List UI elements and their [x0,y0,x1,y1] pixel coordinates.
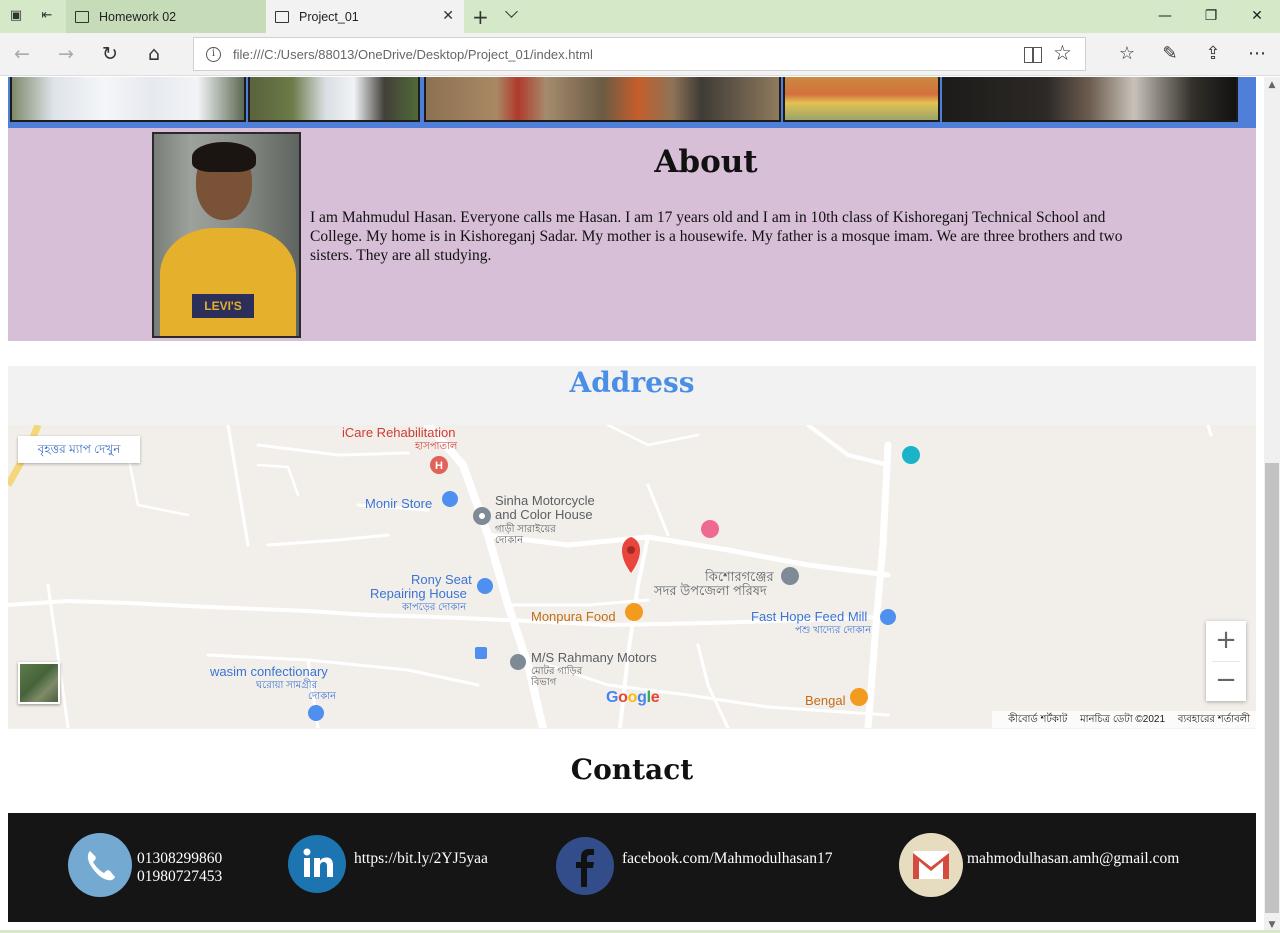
tab-title: Homework 02 [99,9,177,24]
map-place-label[interactable]: Monir Store [365,496,432,511]
google-map[interactable]: H বৃহত্তর ম্যাপ দেখুন iCare Rehabilitati… [8,425,1256,728]
url-field[interactable]: i file:///C:/Users/88013/OneDrive/Deskto… [193,37,1086,71]
restore-icon[interactable]: ❐ [1188,0,1234,33]
chevron-down-icon[interactable] [505,6,519,20]
scroll-thumb[interactable] [1265,463,1279,913]
map-place-label[interactable]: Monpura Food [531,609,616,624]
map-place-label[interactable]: wasim confectionary [210,664,328,679]
photo-shirt [160,228,296,336]
map-place-sublabel: বিভাগ [531,677,557,688]
minimize-icon[interactable]: — [1142,0,1188,33]
zoom-out-button[interactable]: − [1206,661,1246,701]
about-text: I am Mahmudul Hasan. Everyone calls me H… [310,209,1123,264]
keyboard-shortcuts-link[interactable]: কীবোর্ড শর্টকাট [1008,714,1067,725]
map-roads: H [8,425,1213,728]
map-place-label[interactable]: Rony Seat [411,572,472,587]
gallery-photo [783,77,940,122]
google-logo: Google [606,689,660,706]
map-attribution: কীবোর্ড শর্টকাট মানচিত্র ডেটা ©2021 ব্যব… [992,711,1256,728]
map-markers: H [308,446,920,721]
tab-bar: ▣ ⇤ Homework 02 Project_01 ✕ + — ❐ ✕ [0,0,1280,33]
contact-footer: 01308299860 01980727453 https://bit.ly/2… [8,813,1256,922]
favorite-star-icon[interactable]: ☆ [1053,41,1072,65]
refresh-icon[interactable]: ↻ [98,42,122,66]
map-place-label[interactable]: iCare Rehabilitation [342,425,455,440]
reading-view-icon[interactable] [1024,45,1042,63]
map-place-label[interactable]: Sinha Motorcycle [495,493,595,508]
map-place-label[interactable]: Repairing House [370,586,467,601]
vertical-scrollbar[interactable]: ▲ ▼ [1264,77,1280,933]
photo-hair [192,142,256,172]
address-section: Address H বৃহত্তর ম্যাপ দেখুন iCare Reha… [8,366,1256,729]
linkedin-link[interactable]: https://bit.ly/2YJ5yaa [354,850,488,868]
address-bar: ← → ↻ ⌂ i file:///C:/Users/88013/OneDriv… [0,33,1280,76]
facebook-link[interactable]: facebook.com/Mahmodulhasan17 [622,850,832,868]
about-section: LEVI'S About I am Mahmudul Hasan. Everyo… [8,128,1256,341]
info-icon[interactable]: i [206,47,221,62]
set-aside-icon[interactable]: ⇤ [39,8,55,24]
favorites-icon[interactable]: ☆ [1115,42,1139,66]
map-data-text: মানচিত্র ডেটা ©2021 [1080,714,1166,725]
gallery-photo [248,77,420,122]
linkedin-icon [288,835,346,893]
gallery-photo [942,77,1238,122]
larger-map-link[interactable]: বৃহত্তর ম্যাপ দেখুন [18,436,140,463]
gmail-icon [899,833,963,897]
page-icon [275,10,289,23]
map-place-label[interactable]: Fast Hope Feed Mill [751,609,867,624]
map-place-sublabel: দোকান [308,691,337,702]
zoom-separator [1212,661,1240,662]
about-title: About [654,144,758,180]
map-place-label[interactable]: Bengal [805,693,845,708]
email-link[interactable]: mahmodulhasan.amh@gmail.com [967,850,1179,868]
phone-icon [68,833,132,897]
tab-homework[interactable]: Homework 02 [66,0,266,33]
new-tab-icon[interactable]: + [472,5,489,29]
map-place-label[interactable]: সদর উপজেলা পরিষদ [654,582,767,603]
profile-photo: LEVI'S [152,132,301,338]
url-text[interactable]: file:///C:/Users/88013/OneDrive/Desktop/… [233,47,593,62]
more-icon[interactable]: ⋯ [1245,42,1269,66]
back-arrow-icon[interactable]: ← [10,42,34,66]
tab-project[interactable]: Project_01 ✕ [266,0,464,33]
close-window-icon[interactable]: ✕ [1234,0,1280,33]
map-place-label[interactable]: and Color House [495,507,593,522]
terms-link[interactable]: ব্যবহারের শর্তাবলী [1178,714,1250,725]
map-place-sublabel: হাসপাতাল [415,441,458,452]
svg-text:H: H [435,460,443,472]
zoom-control: + − [1206,621,1246,701]
photo-gallery [8,77,1256,128]
gallery-photo [10,77,246,122]
forward-arrow-icon[interactable]: → [54,42,78,66]
phone-number[interactable]: 01308299860 [137,850,222,868]
scroll-up-icon[interactable]: ▲ [1264,77,1280,93]
share-icon[interactable]: ⇪ [1201,42,1225,66]
tabs-icon[interactable]: ▣ [8,8,24,24]
tab-title: Project_01 [299,9,359,24]
phone-number[interactable]: 01980727453 [137,868,222,886]
home-icon[interactable]: ⌂ [142,42,166,66]
map-place-sublabel: পশু খাদ্যের দোকান [795,625,872,636]
page-viewport: LEVI'S About I am Mahmudul Hasan. Everyo… [0,77,1264,933]
page-icon [75,10,89,23]
facebook-icon [556,837,614,895]
contact-title: Contact [570,753,694,786]
map-place-label[interactable]: M/S Rahmany Motors [531,650,657,665]
pen-icon[interactable]: ✎ [1158,42,1182,66]
map-place-sublabel: দোকান [495,535,524,546]
zoom-in-button[interactable]: + [1206,621,1246,661]
shirt-logo: LEVI'S [192,294,254,318]
gallery-photo [424,77,781,122]
map-place-sublabel: কাপড়ের দোকান [402,602,467,613]
satellite-toggle[interactable] [18,662,60,704]
close-tab-icon[interactable]: ✕ [442,9,454,23]
address-title: Address [569,366,695,399]
